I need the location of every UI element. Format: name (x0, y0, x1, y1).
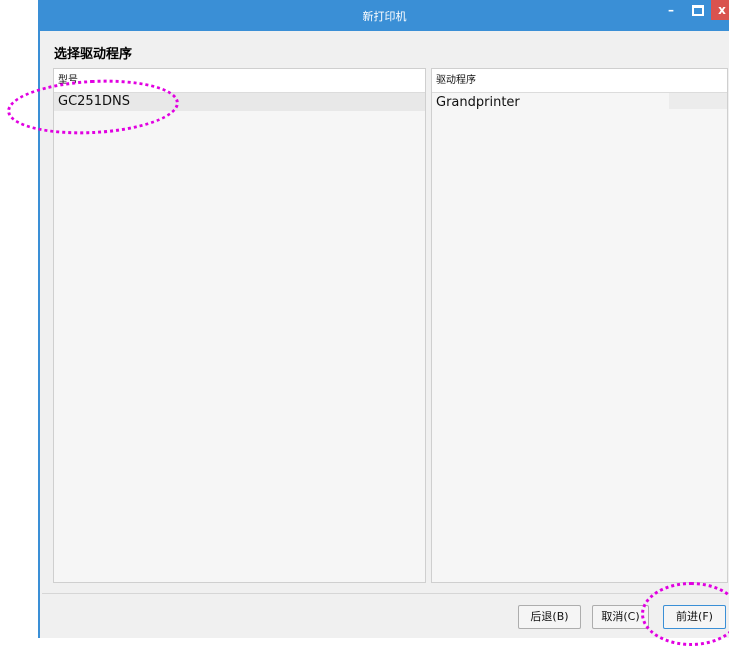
page-title: 选择驱动程序 (54, 47, 133, 62)
footer-divider (42, 593, 729, 594)
driver-list[interactable]: 驱动程序 Grandprinter (431, 68, 728, 583)
window-title: 新打印机 (362, 10, 407, 23)
driver-list-item-label: Grandprinter (436, 95, 520, 110)
minimize-button[interactable]: – (658, 0, 684, 20)
close-button[interactable]: x (711, 0, 729, 20)
maximize-icon (692, 5, 704, 16)
maximize-button[interactable] (685, 0, 711, 20)
driver-row-highlight (669, 93, 727, 109)
close-icon: x (718, 3, 726, 17)
driver-list-item[interactable]: Grandprinter (432, 93, 727, 113)
model-list[interactable]: 型号 GC251DNS (53, 68, 426, 583)
back-button[interactable]: 后退(B) (518, 605, 581, 629)
title-bar[interactable]: 新打印机 – x (40, 0, 729, 31)
minimize-icon: – (668, 3, 674, 17)
driver-column-header[interactable]: 驱动程序 (432, 69, 727, 93)
